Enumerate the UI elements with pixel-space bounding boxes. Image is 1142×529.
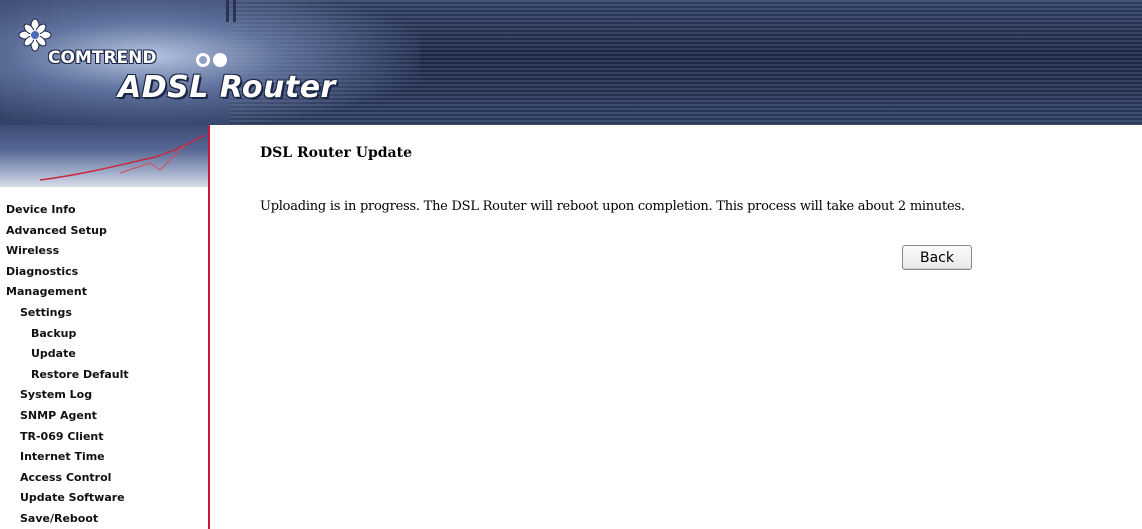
sidebar-item-internet-time[interactable]: Internet Time [0,447,206,468]
sidebar-item-restore-default[interactable]: Restore Default [0,365,206,386]
sidebar-menu: Device Info Advanced Setup Wireless Diagnos… [0,200,206,529]
brand-name: COMTREND [48,48,157,68]
sidebar-item-update-software[interactable]: Update Software [0,488,206,509]
product-name: ADSL Router [118,70,336,105]
main-content: DSL Router Update Uploading is in progre… [212,125,1142,529]
sidebar-item-backup[interactable]: Backup [0,324,206,345]
sidebar-item-settings[interactable]: Settings [0,303,206,324]
sidebar-item-system-log[interactable]: System Log [0,385,206,406]
sidebar-item-save-reboot[interactable]: Save/Reboot [0,509,206,529]
router-page: COMTREND ADSL Router Device Info Advanced… [0,0,1142,529]
red-swoosh-icon [39,134,206,181]
sidebar-item-wireless[interactable]: Wireless [0,241,206,262]
sidebar-item-tr-069-client[interactable]: TR-069 Client [0,427,206,448]
page-title: DSL Router Update [260,145,412,161]
sidebar-item-device-info[interactable]: Device Info [0,200,206,221]
sidebar-item-update[interactable]: Update [0,344,206,365]
header-banner: COMTREND ADSL Router [0,0,1142,125]
sidebar-item-diagnostics[interactable]: Diagnostics [0,262,206,283]
status-message: Uploading is in progress. The DSL Router… [260,199,965,214]
sidebar-item-snmp-agent[interactable]: SNMP Agent [0,406,206,427]
back-button[interactable]: Back [902,245,972,270]
sidebar-header-art [0,125,208,187]
sidebar-item-management[interactable]: Management [0,282,206,303]
sidebar-item-access-control[interactable]: Access Control [0,468,206,489]
logo-dots-icon [196,52,230,71]
logo-flower-icon [18,18,52,52]
sidebar-item-advanced-setup[interactable]: Advanced Setup [0,221,206,242]
brand-logo: COMTREND ADSL Router [10,12,350,112]
